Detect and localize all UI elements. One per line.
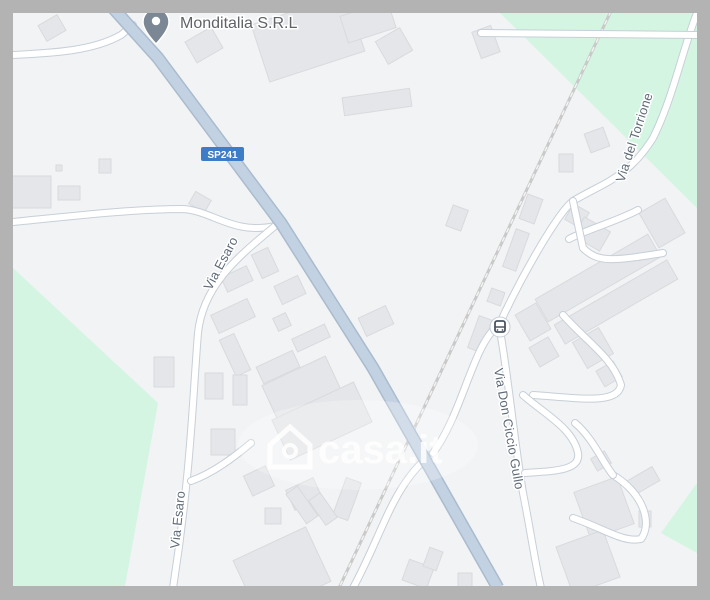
svg-text:casa.it: casa.it bbox=[318, 428, 443, 472]
poi-label-monditalia[interactable]: Monditalia S.R.L bbox=[179, 14, 299, 34]
street-label-via-esaro-lower: Via Esaro bbox=[167, 490, 188, 549]
casa-it-watermark: casa.it bbox=[238, 400, 478, 490]
route-shield-sp241: SP241 bbox=[201, 147, 244, 161]
park-area-bottom-right bbox=[661, 483, 697, 553]
bus-stop-icon[interactable] bbox=[489, 316, 511, 338]
svg-text:SP241: SP241 bbox=[207, 150, 237, 161]
map-canvas[interactable]: Via Esaro Via Esaro Via del Torrione Via… bbox=[13, 13, 697, 586]
street-label-via-don-ciccio-gullo: Via Don Ciccio Gullo bbox=[491, 367, 527, 491]
park-area-left bbox=[13, 268, 158, 586]
map-viewport[interactable]: Via Esaro Via Esaro Via del Torrione Via… bbox=[13, 13, 697, 586]
